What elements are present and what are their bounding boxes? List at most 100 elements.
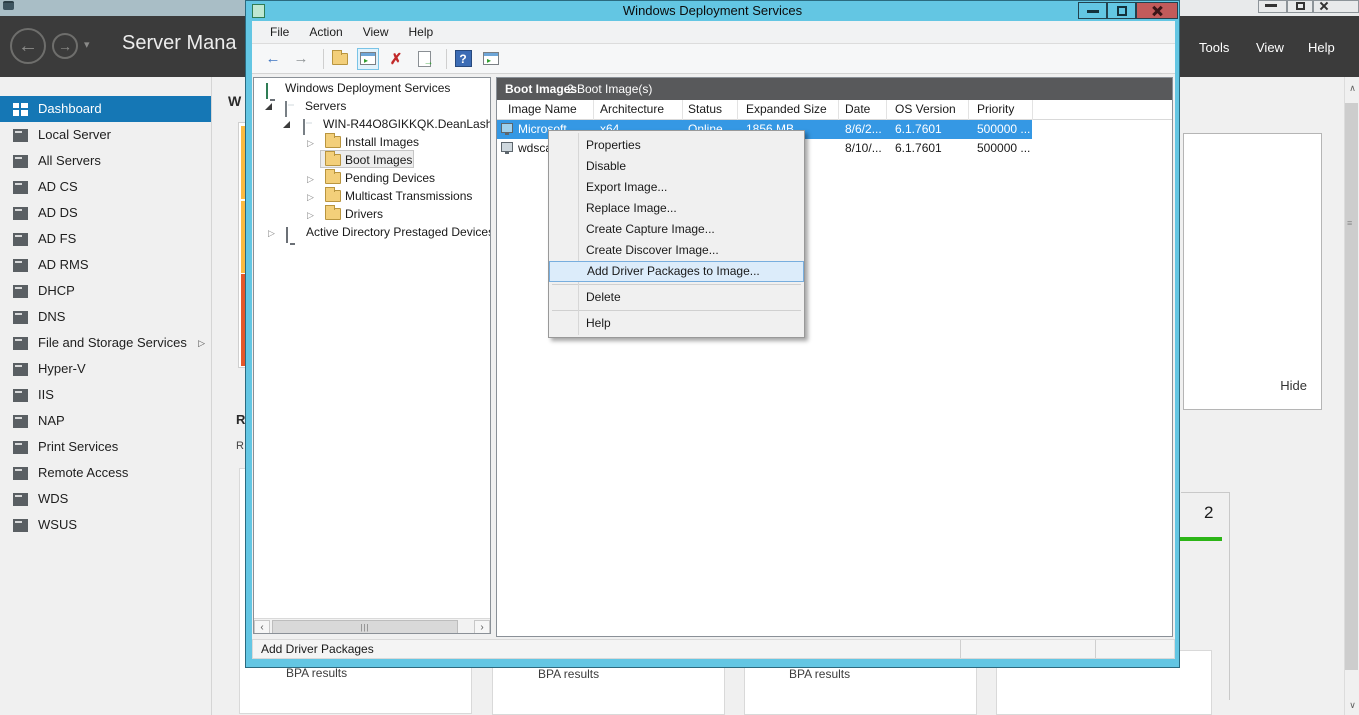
sidebar-item-ad-fs[interactable]: AD FS (0, 226, 211, 252)
sm-titlebar-strip-right (1180, 0, 1359, 16)
col-os-version[interactable]: OS Version (895, 100, 956, 119)
action-pane-icon: ▸ (483, 52, 499, 65)
sidebar-item-nap[interactable]: NAP (0, 408, 211, 434)
scrollbar-thumb[interactable]: ||| (272, 620, 458, 634)
sm-minimize-button[interactable] (1258, 0, 1287, 13)
menu-file[interactable]: File (260, 21, 299, 43)
sidebar-item-ad-ds[interactable]: AD DS (0, 200, 211, 226)
sidebar-item-hyper-v[interactable]: Hyper-V (0, 356, 211, 382)
col-date[interactable]: Date (845, 100, 870, 119)
col-priority[interactable]: Priority (977, 100, 1014, 119)
scroll-left-icon: ‹ (260, 622, 263, 633)
col-status[interactable]: Status (688, 100, 722, 119)
context-menu: Properties Disable Export Image... Repla… (548, 130, 805, 338)
tree-horizontal-scrollbar[interactable]: ‹ ||| › (254, 618, 490, 634)
events-count[interactable]: 2 (1204, 503, 1213, 523)
back-arrow-icon: ← (266, 50, 281, 67)
menu-item-replace-image[interactable]: Replace Image... (549, 198, 804, 219)
sidebar-item-dns[interactable]: DNS (0, 304, 211, 330)
sm-sidebar: Dashboard Local Server All Servers AD CS… (0, 77, 212, 715)
sm-scrollbar-thumb[interactable]: ≡ (1345, 103, 1358, 670)
col-architecture[interactable]: Architecture (600, 100, 664, 119)
folder-gear-icon (325, 208, 341, 220)
wds-close-button[interactable] (1136, 2, 1178, 19)
maximize-icon (1296, 2, 1305, 10)
wds-minimize-button[interactable] (1078, 2, 1107, 19)
sm-menu-help[interactable]: Help (1308, 40, 1335, 55)
scroll-right-button[interactable]: › (474, 620, 490, 634)
toolbar-back-button[interactable]: ← (262, 48, 284, 70)
folder-clock-icon (325, 172, 341, 184)
sidebar-item-remote-access[interactable]: Remote Access (0, 460, 211, 486)
bpa-results-link[interactable]: BPA results (286, 666, 347, 680)
hide-link[interactable]: Hide (1280, 378, 1307, 393)
boot-image-icon (501, 123, 513, 133)
forward-button[interactable]: → (52, 33, 78, 59)
tree-item-root[interactable]: Windows Deployment Services (254, 79, 256, 97)
back-arrow-icon: ← (18, 35, 38, 57)
minimize-icon (1265, 4, 1277, 7)
toolbar-separator (446, 49, 447, 69)
bpa-results-link[interactable]: BPA results (538, 667, 599, 681)
storage-icon (13, 337, 28, 350)
sidebar-item-dhcp[interactable]: DHCP (0, 278, 211, 304)
wds-menubar: File Action View Help (252, 21, 1175, 44)
status-bar-text: Add Driver Packages (261, 642, 374, 656)
sm-close-button[interactable] (1313, 0, 1359, 13)
col-image-name[interactable]: Image Name (508, 100, 577, 119)
expanded-arrow-icon (283, 121, 290, 128)
sidebar-item-ad-cs[interactable]: AD CS (0, 174, 211, 200)
toolbar-forward-button[interactable]: → (290, 48, 312, 70)
toolbar-console-tree-button[interactable]: ▸ (357, 48, 379, 70)
tree-item-servers[interactable]: Servers (254, 97, 256, 115)
toolbar-folder-button[interactable] (329, 48, 351, 70)
tree-item-ad-prestaged-devices[interactable]: ▷ Active Directory Prestaged Devices (254, 223, 256, 241)
menu-action[interactable]: Action (299, 21, 352, 43)
back-button[interactable]: ← (10, 28, 46, 64)
menu-item-export-image[interactable]: Export Image... (549, 177, 804, 198)
menu-item-disable[interactable]: Disable (549, 156, 804, 177)
results-pane-header: Boot Images 2 Boot Image(s) (497, 78, 1172, 100)
scroll-left-button[interactable]: ‹ (254, 620, 270, 634)
submenu-arrow-icon: ▷ (198, 330, 205, 356)
sidebar-item-print-services[interactable]: Print Services (0, 434, 211, 460)
sm-notification-panel: Hide (1183, 133, 1322, 410)
toolbar-action-pane-button[interactable]: ▸ (480, 48, 502, 70)
menu-help[interactable]: Help (399, 21, 444, 43)
toolbar-delete-button[interactable]: ✗ (385, 48, 407, 70)
menu-view[interactable]: View (353, 21, 399, 43)
sidebar-item-iis[interactable]: IIS (0, 382, 211, 408)
sidebar-item-all-servers[interactable]: All Servers (0, 148, 211, 174)
menu-item-delete[interactable]: Delete (549, 287, 804, 308)
toolbar-help-button[interactable]: ? (452, 48, 474, 70)
scroll-right-icon: › (480, 622, 483, 633)
sm-maximize-button[interactable] (1287, 0, 1313, 13)
wds-status-bar: Add Driver Packages (252, 639, 1175, 659)
toolbar-export-list-button[interactable]: → (413, 48, 435, 70)
collapsed-arrow-icon: ▷ (268, 224, 275, 242)
wds-maximize-button[interactable] (1107, 2, 1136, 19)
tree-item-server-win-r44o8gikkqk[interactable]: WIN-R44O8GIKKQK.DeanLashley. (254, 115, 256, 133)
scroll-down-icon[interactable]: ∨ (1345, 700, 1359, 711)
menu-item-create-capture-image[interactable]: Create Capture Image... (549, 219, 804, 240)
menu-item-properties[interactable]: Properties (549, 135, 804, 156)
menu-item-add-driver-packages[interactable]: Add Driver Packages to Image... (549, 261, 804, 282)
remote-access-icon (13, 467, 28, 480)
menu-item-help[interactable]: Help (549, 313, 804, 334)
bpa-results-link[interactable]: BPA results (789, 667, 850, 681)
console-tree-icon: ▸ (360, 52, 376, 65)
sidebar-item-file-storage[interactable]: File and Storage Services▷ (0, 330, 211, 356)
table-column-header: Image Name Architecture Status Expanded … (497, 100, 1172, 120)
nav-caret-icon[interactable]: ▾ (84, 38, 90, 51)
sidebar-item-ad-rms[interactable]: AD RMS (0, 252, 211, 278)
help-icon: ? (455, 50, 472, 67)
sidebar-item-local-server[interactable]: Local Server (0, 122, 211, 148)
scroll-up-icon[interactable]: ∧ (1345, 83, 1359, 94)
sidebar-item-dashboard[interactable]: Dashboard (0, 96, 211, 122)
sidebar-item-wds[interactable]: WDS (0, 486, 211, 512)
sm-menu-tools[interactable]: Tools (1199, 40, 1229, 55)
menu-item-create-discover-image[interactable]: Create Discover Image... (549, 240, 804, 261)
sm-menu-view[interactable]: View (1256, 40, 1284, 55)
sidebar-item-wsus[interactable]: WSUS (0, 512, 211, 538)
col-expanded-size[interactable]: Expanded Size (746, 100, 827, 119)
